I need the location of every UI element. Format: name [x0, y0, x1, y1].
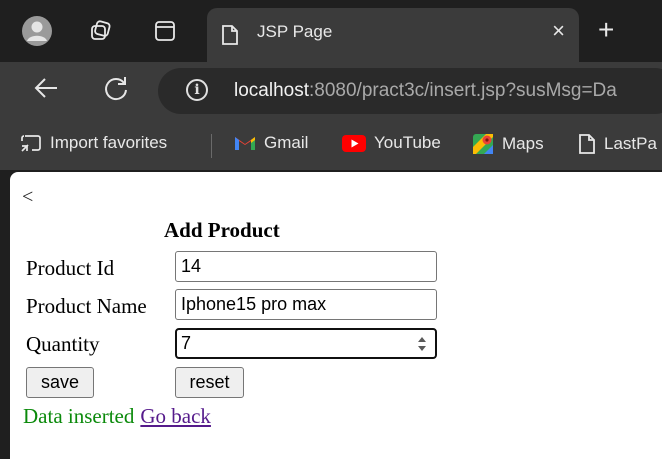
favorite-import[interactable]: Import favorites [20, 133, 167, 153]
page-icon [578, 133, 596, 155]
info-icon[interactable]: i [186, 79, 208, 101]
maps-icon [472, 133, 494, 155]
page-title: Add Product [164, 218, 280, 242]
import-icon [20, 133, 42, 153]
browser-titlebar: JSP Page × + [0, 0, 662, 62]
close-icon[interactable]: × [552, 20, 565, 42]
product-id-input[interactable]: 14 [175, 251, 437, 282]
page-content: < Add Product Product Id 14 Product Name… [10, 172, 662, 459]
page-icon [221, 24, 239, 51]
stepper-arrows-icon[interactable] [417, 335, 427, 353]
url-host: localhost [234, 80, 309, 101]
tab-title: JSP Page [257, 22, 333, 41]
product-name-input[interactable]: Iphone15 pro max [175, 289, 437, 320]
save-button[interactable]: save [26, 367, 94, 398]
favorite-youtube[interactable]: YouTube [342, 133, 441, 153]
quantity-value: 7 [181, 333, 192, 353]
product-id-label: Product Id [26, 256, 115, 280]
favorites-bar: Import favorites Gmail YouTube Maps Last… [0, 120, 662, 170]
refresh-icon[interactable] [102, 74, 130, 108]
gmail-icon [234, 135, 256, 151]
url-path: :8080/pract3c/insert.jsp?susMsg=Da [309, 80, 617, 101]
favorite-gmail[interactable]: Gmail [234, 133, 308, 153]
favorite-label: YouTube [374, 133, 441, 152]
favorite-label: Import favorites [50, 133, 168, 152]
profile-avatar-icon[interactable] [22, 16, 52, 46]
tab-jsp-page[interactable]: JSP Page × [207, 8, 579, 62]
favorites-divider [211, 134, 212, 158]
back-arrow-icon[interactable] [32, 74, 60, 108]
quantity-label: Quantity [26, 332, 100, 356]
new-tab-button[interactable]: + [598, 16, 614, 44]
quantity-stepper[interactable]: 7 [175, 328, 437, 359]
status-message: Data inserted Go back [23, 404, 211, 429]
go-back-link[interactable]: Go back [140, 404, 211, 428]
favorite-lastpass[interactable]: LastPa [578, 133, 657, 155]
favorite-label: Maps [502, 134, 544, 153]
favorite-label: Gmail [264, 133, 309, 152]
back-symbol: < [22, 186, 34, 208]
favorite-maps[interactable]: Maps [472, 133, 544, 155]
product-name-label: Product Name [26, 294, 147, 318]
workspaces-icon[interactable] [86, 16, 116, 46]
address-bar-row: i localhost:8080/pract3c/insert.jsp?susM… [0, 62, 662, 120]
success-text: Data inserted [23, 404, 135, 428]
tab-actions-icon[interactable] [150, 16, 180, 46]
url-input[interactable]: i localhost:8080/pract3c/insert.jsp?susM… [158, 68, 662, 114]
favorite-label: LastPa [604, 134, 657, 153]
reset-button[interactable]: reset [175, 367, 244, 398]
url-text: localhost:8080/pract3c/insert.jsp?susMsg… [234, 80, 617, 102]
youtube-icon [342, 134, 366, 152]
